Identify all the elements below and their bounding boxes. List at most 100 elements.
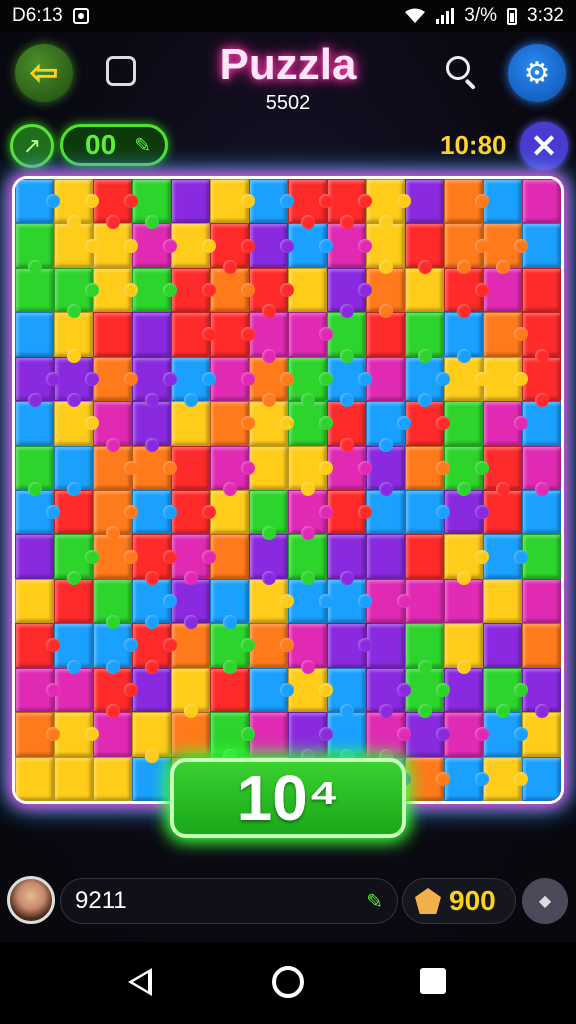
puzzle-piece[interactable] bbox=[15, 534, 54, 579]
puzzle-piece[interactable] bbox=[54, 756, 93, 801]
player-info[interactable]: 9211 ✎ bbox=[60, 878, 398, 924]
puzzle-piece[interactable] bbox=[522, 179, 561, 224]
puzzle-piece[interactable] bbox=[93, 756, 132, 801]
back-triangle-icon[interactable] bbox=[128, 968, 152, 996]
puzzle-piece[interactable] bbox=[93, 445, 138, 490]
puzzle-piece[interactable] bbox=[210, 401, 255, 446]
puzzle-piece[interactable] bbox=[15, 445, 54, 496]
puzzle-piece[interactable] bbox=[132, 712, 171, 763]
puzzle-piece[interactable] bbox=[171, 179, 210, 224]
puzzle-piece[interactable] bbox=[54, 445, 93, 496]
puzzle-piece[interactable] bbox=[444, 179, 489, 224]
puzzle-piece[interactable] bbox=[15, 489, 60, 535]
puzzle-piece[interactable] bbox=[327, 623, 372, 668]
puzzle-piece[interactable] bbox=[444, 267, 489, 319]
home-circle-icon[interactable] bbox=[272, 966, 304, 998]
puzzle-grid[interactable] bbox=[15, 179, 561, 801]
puzzle-piece[interactable] bbox=[522, 623, 561, 668]
puzzle-piece[interactable] bbox=[54, 534, 99, 585]
puzzle-piece[interactable] bbox=[54, 223, 99, 268]
puzzle-piece[interactable] bbox=[132, 312, 171, 357]
puzzle-piece[interactable] bbox=[249, 489, 288, 541]
puzzle-piece[interactable] bbox=[210, 623, 255, 674]
avatar[interactable] bbox=[7, 876, 55, 924]
puzzle-piece[interactable] bbox=[483, 401, 528, 446]
puzzle-piece[interactable] bbox=[171, 667, 210, 719]
search-button[interactable] bbox=[444, 54, 480, 90]
puzzle-piece[interactable] bbox=[522, 578, 561, 624]
puzzle-piece[interactable] bbox=[132, 578, 177, 630]
puzzle-piece[interactable] bbox=[15, 312, 54, 357]
puzzle-piece[interactable] bbox=[93, 623, 138, 674]
puzzle-piece[interactable] bbox=[93, 667, 138, 719]
puzzle-piece[interactable] bbox=[93, 489, 138, 541]
puzzle-piece[interactable] bbox=[93, 312, 132, 357]
puzzle-piece[interactable] bbox=[288, 534, 327, 585]
puzzle-piece[interactable] bbox=[366, 712, 411, 763]
puzzle-piece[interactable] bbox=[405, 267, 444, 313]
settings-button[interactable]: ⚙ bbox=[508, 44, 566, 102]
puzzle-piece[interactable] bbox=[366, 401, 411, 452]
puzzle-piece[interactable] bbox=[54, 267, 99, 319]
recent-square-icon[interactable] bbox=[420, 968, 446, 994]
puzzle-piece[interactable] bbox=[288, 712, 333, 763]
puzzle-piece[interactable] bbox=[405, 223, 444, 274]
puzzle-piece[interactable] bbox=[288, 312, 333, 357]
puzzle-piece[interactable] bbox=[15, 623, 60, 668]
puzzle-piece[interactable] bbox=[210, 179, 255, 224]
puzzle-piece[interactable] bbox=[288, 489, 333, 541]
puzzle-piece[interactable] bbox=[522, 445, 561, 496]
close-button[interactable]: ✕ bbox=[520, 122, 568, 170]
puzzle-piece[interactable] bbox=[249, 578, 294, 624]
puzzle-piece[interactable] bbox=[54, 578, 93, 624]
puzzle-piece[interactable] bbox=[522, 267, 561, 313]
puzzle-piece[interactable] bbox=[405, 623, 444, 674]
puzzle-piece[interactable] bbox=[54, 401, 99, 446]
puzzle-piece[interactable] bbox=[249, 534, 288, 585]
puzzle-piece[interactable] bbox=[327, 267, 372, 319]
puzzle-piece[interactable] bbox=[444, 578, 483, 624]
puzzle-piece[interactable] bbox=[405, 534, 444, 579]
puzzle-piece[interactable] bbox=[366, 667, 411, 719]
puzzle-piece[interactable] bbox=[15, 401, 54, 446]
puzzle-piece[interactable] bbox=[15, 712, 60, 757]
puzzle-piece[interactable] bbox=[15, 267, 54, 313]
hint-button[interactable]: ↗ bbox=[10, 124, 54, 168]
puzzle-piece[interactable] bbox=[444, 312, 483, 363]
puzzle-piece[interactable] bbox=[483, 312, 528, 357]
puzzle-piece[interactable] bbox=[444, 223, 489, 274]
puzzle-board[interactable] bbox=[15, 179, 561, 801]
gem-button[interactable]: ◆ bbox=[522, 878, 568, 924]
puzzle-piece[interactable] bbox=[210, 712, 255, 763]
puzzle-piece[interactable] bbox=[132, 756, 171, 801]
puzzle-piece[interactable] bbox=[405, 489, 450, 535]
puzzle-piece[interactable] bbox=[210, 445, 255, 496]
puzzle-piece[interactable] bbox=[327, 534, 366, 585]
puzzle-piece[interactable] bbox=[405, 312, 444, 363]
puzzle-piece[interactable] bbox=[15, 578, 54, 624]
puzzle-piece[interactable] bbox=[171, 401, 210, 446]
puzzle-piece[interactable] bbox=[171, 712, 210, 757]
puzzle-piece[interactable] bbox=[444, 623, 483, 674]
puzzle-piece[interactable] bbox=[210, 667, 249, 713]
puzzle-piece[interactable] bbox=[366, 312, 405, 357]
puzzle-piece[interactable] bbox=[366, 534, 405, 579]
puzzle-piece[interactable] bbox=[483, 667, 528, 719]
puzzle-piece[interactable] bbox=[249, 667, 294, 713]
coin-balance[interactable]: 900 bbox=[402, 878, 516, 924]
puzzle-piece[interactable] bbox=[483, 578, 522, 624]
puzzle-piece[interactable] bbox=[54, 312, 93, 363]
puzzle-piece[interactable] bbox=[405, 356, 450, 408]
puzzle-piece[interactable] bbox=[171, 312, 216, 357]
puzzle-piece[interactable] bbox=[288, 445, 333, 496]
puzzle-piece[interactable] bbox=[405, 445, 450, 490]
puzzle-piece[interactable] bbox=[210, 578, 249, 630]
puzzle-piece[interactable] bbox=[93, 578, 132, 630]
puzzle-piece[interactable] bbox=[15, 179, 60, 224]
puzzle-piece[interactable] bbox=[483, 623, 522, 668]
puzzle-piece[interactable] bbox=[15, 223, 54, 274]
puzzle-piece[interactable] bbox=[15, 756, 54, 801]
puzzle-piece[interactable] bbox=[444, 534, 489, 585]
puzzle-piece[interactable] bbox=[522, 489, 561, 535]
puzzle-piece[interactable] bbox=[15, 356, 60, 408]
